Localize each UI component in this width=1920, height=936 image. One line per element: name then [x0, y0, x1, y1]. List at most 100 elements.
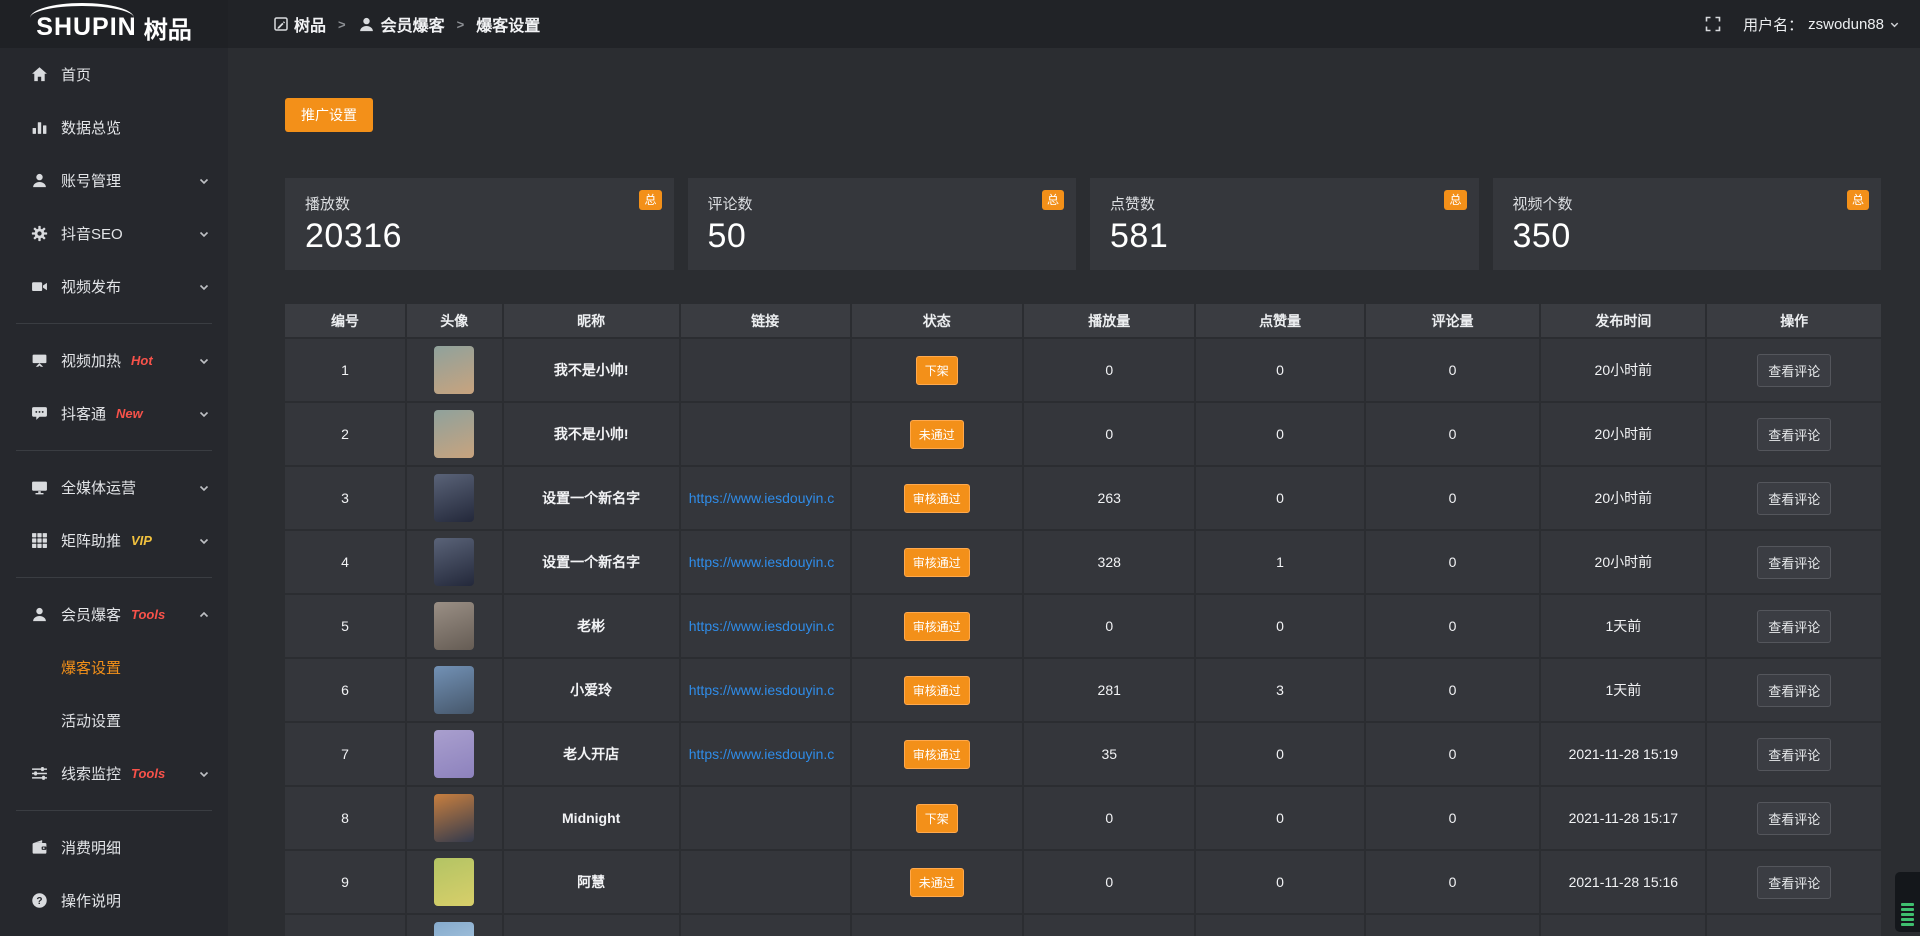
column-header: 编号	[285, 304, 405, 337]
table-row: 4设置一个新名字https://www.iesdouyin.c审核通过32810…	[285, 531, 1881, 593]
column-header: 评论量	[1366, 304, 1540, 337]
total-tag: 总	[1042, 190, 1064, 210]
sidebar-subitem[interactable]: 爆客设置	[0, 641, 228, 694]
app-icon	[274, 17, 288, 31]
view-comments-button[interactable]: 查看评论	[1757, 482, 1831, 515]
view-comments-button[interactable]: 查看评论	[1757, 418, 1831, 451]
avatar	[434, 922, 474, 936]
chevron-down-icon	[198, 482, 210, 494]
column-header: 昵称	[504, 304, 679, 337]
view-comments-button[interactable]: 查看评论	[1757, 546, 1831, 579]
sidebar-item-gear[interactable]: 抖音SEO	[0, 207, 228, 260]
cell-link: https://www.iesdouyin.c	[681, 531, 850, 593]
sidebar-item-wallet[interactable]: 消费明细	[0, 821, 228, 874]
cell-plays	[1024, 915, 1194, 936]
cell-link	[681, 851, 850, 913]
floating-widget[interactable]	[1895, 872, 1920, 932]
avatar	[434, 474, 474, 522]
sidebar-badge: VIP	[131, 533, 152, 548]
cell-comments: 0	[1366, 851, 1540, 913]
fullscreen-icon[interactable]	[1705, 16, 1721, 32]
sidebar-item-tv[interactable]: 视频加热Hot	[0, 334, 228, 387]
sidebar-item-question[interactable]: ?操作说明	[0, 874, 228, 927]
total-tag: 总	[1444, 190, 1466, 210]
stat-card: 播放数20316总	[285, 178, 674, 270]
video-link[interactable]: https://www.iesdouyin.c	[685, 554, 846, 570]
stat-card: 点赞数581总	[1090, 178, 1479, 270]
cell-link: https://www.iesdouyin.c	[681, 595, 850, 657]
video-link[interactable]: https://www.iesdouyin.c	[685, 682, 846, 698]
sidebar-item-comment[interactable]: 抖客通New	[0, 387, 228, 440]
stat-card: 评论数50总	[688, 178, 1077, 270]
view-comments-button[interactable]: 查看评论	[1757, 802, 1831, 835]
status-badge[interactable]: 审核通过	[904, 676, 970, 705]
sidebar-item-video[interactable]: 视频发布	[0, 260, 228, 313]
cell-comments: 0	[1366, 339, 1540, 401]
widget-bar	[1901, 923, 1914, 926]
stat-card-value: 50	[708, 217, 1057, 256]
cell-nickname: 设置一个新名字	[504, 467, 679, 529]
sidebar-item-label: 抖客通	[61, 403, 106, 424]
video-link[interactable]: https://www.iesdouyin.c	[685, 618, 846, 634]
widget-bar	[1901, 908, 1914, 911]
cell-nickname: 老彬	[504, 595, 679, 657]
sidebar-item-member[interactable]: 会员爆客Tools	[0, 588, 228, 641]
stat-card-value: 350	[1513, 217, 1862, 256]
cell-status	[852, 915, 1022, 936]
cell-avatar	[407, 467, 502, 529]
total-tag: 总	[639, 190, 661, 210]
cell-time: 20小时前	[1541, 339, 1705, 401]
stat-card-value: 20316	[305, 217, 654, 256]
breadcrumb-item[interactable]: 树品	[274, 12, 326, 36]
sidebar-item-grid[interactable]: 矩阵助推VIP	[0, 514, 228, 567]
breadcrumb-item[interactable]: 会员爆客	[358, 12, 445, 36]
sidebar-badge: Tools	[131, 766, 165, 781]
sidebar-item-chart[interactable]: 数据总览	[0, 101, 228, 154]
cell-likes: 0	[1196, 723, 1363, 785]
sidebar-subitem[interactable]: 活动设置	[0, 694, 228, 747]
view-comments-button[interactable]: 查看评论	[1757, 610, 1831, 643]
video-link[interactable]: https://www.iesdouyin.c	[685, 746, 846, 762]
sidebar-item-sliders[interactable]: 线索监控 Tools	[0, 747, 228, 800]
sidebar-item-monitor[interactable]: 全媒体运营	[0, 461, 228, 514]
cell-action: 查看评论	[1707, 339, 1881, 401]
sidebar-item-label: 首页	[61, 64, 91, 85]
view-comments-button[interactable]: 查看评论	[1757, 354, 1831, 387]
cell-nickname	[504, 915, 679, 936]
avatar	[434, 602, 474, 650]
status-badge[interactable]: 未通过	[910, 420, 964, 449]
view-comments-button[interactable]: 查看评论	[1757, 738, 1831, 771]
cell-action	[1707, 915, 1881, 936]
username-value: zswodun88	[1808, 16, 1884, 33]
total-tag: 总	[1847, 190, 1869, 210]
home-icon	[30, 66, 48, 84]
status-badge[interactable]: 审核通过	[904, 484, 970, 513]
cell-avatar	[407, 723, 502, 785]
view-comments-button[interactable]: 查看评论	[1757, 674, 1831, 707]
cell-number: 2	[285, 403, 405, 465]
status-badge[interactable]: 下架	[916, 356, 958, 385]
column-header: 链接	[681, 304, 850, 337]
status-badge[interactable]: 下架	[916, 804, 958, 833]
cell-comments: 0	[1366, 403, 1540, 465]
sidebar-item-home[interactable]: 首页	[0, 48, 228, 101]
stat-card: 视频个数350总	[1493, 178, 1882, 270]
username-menu[interactable]: 用户名：zswodun88	[1743, 14, 1900, 35]
sidebar-item-label: 操作说明	[61, 890, 121, 911]
table-header-row: 编号头像昵称链接状态播放量点赞量评论量发布时间操作	[285, 304, 1881, 337]
table-row: 2我不是小帅!未通过00020小时前查看评论	[285, 403, 1881, 465]
status-badge[interactable]: 审核通过	[904, 612, 970, 641]
cell-time: 20小时前	[1541, 403, 1705, 465]
status-badge[interactable]: 审核通过	[904, 548, 970, 577]
sidebar-item-user[interactable]: 账号管理	[0, 154, 228, 207]
video-link[interactable]: https://www.iesdouyin.c	[685, 490, 846, 506]
status-badge[interactable]: 未通过	[910, 868, 964, 897]
stat-cards: 播放数20316总评论数50总点赞数581总视频个数350总	[285, 178, 1881, 270]
view-comments-button[interactable]: 查看评论	[1757, 866, 1831, 899]
cell-link	[681, 403, 850, 465]
cell-link: https://www.iesdouyin.c	[681, 467, 850, 529]
sidebar-item-label: 线索监控	[61, 763, 121, 784]
promo-settings-button[interactable]: 推广设置	[285, 98, 373, 132]
cell-nickname: 设置一个新名字	[504, 531, 679, 593]
status-badge[interactable]: 审核通过	[904, 740, 970, 769]
